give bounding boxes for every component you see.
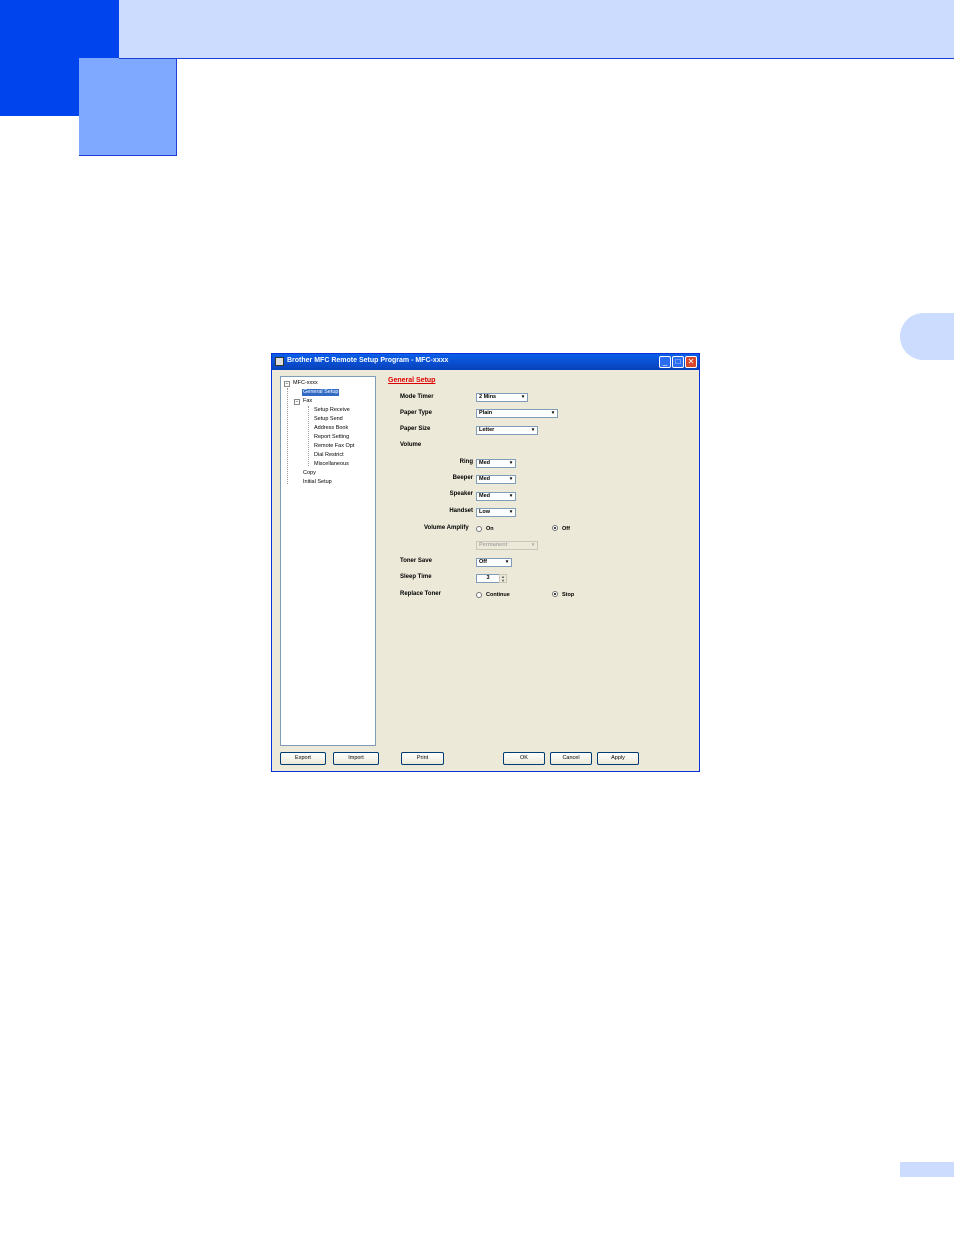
- toner-save-value: Off: [479, 559, 487, 565]
- tree-item-setup-receive[interactable]: Setup Receive: [314, 407, 350, 414]
- dropdown-arrow-icon: ▾: [507, 493, 515, 500]
- tree-item-initial-setup[interactable]: Initial Setup: [303, 479, 332, 486]
- handset-label: Handset: [449, 508, 473, 514]
- replace-continue-radio[interactable]: [476, 592, 482, 598]
- amplify-off-radio[interactable]: [552, 525, 558, 531]
- beeper-label: Beeper: [452, 475, 473, 481]
- dropdown-arrow-icon: ▾: [549, 410, 557, 417]
- replace-stop-radio[interactable]: [552, 591, 558, 597]
- replace-continue-label: Continue: [486, 592, 510, 598]
- amplify-duration-value: Permanent: [479, 542, 508, 548]
- amplify-on-radio[interactable]: [476, 526, 482, 532]
- spin-down-icon[interactable]: ▼: [501, 578, 505, 583]
- handset-select[interactable]: Low ▾: [476, 508, 516, 517]
- import-button[interactable]: Import: [333, 752, 379, 765]
- export-button[interactable]: Export: [280, 752, 326, 765]
- chapter-side-tab: [900, 313, 954, 360]
- amplify-on-label: On: [486, 526, 494, 532]
- speaker-select[interactable]: Med ▾: [476, 492, 516, 501]
- ok-button[interactable]: OK: [503, 752, 545, 765]
- sleep-time-label: Sleep Time: [400, 574, 432, 580]
- sleep-time-spinner[interactable]: ▲ ▼: [499, 574, 507, 583]
- tree-item-address-book[interactable]: Address Book: [314, 425, 348, 432]
- maximize-button[interactable]: □: [672, 356, 684, 368]
- amplify-off-label: Off: [562, 526, 570, 532]
- chapter-inset-block: [79, 58, 177, 156]
- tree-item-fax[interactable]: Fax: [303, 398, 312, 405]
- collapse-icon[interactable]: −: [284, 381, 290, 387]
- paper-size-select[interactable]: Letter ▾: [476, 426, 538, 435]
- dropdown-arrow-icon: ▾: [507, 476, 515, 483]
- speaker-label: Speaker: [449, 491, 473, 497]
- remote-setup-window: Brother MFC Remote Setup Program - MFC-x…: [271, 353, 700, 772]
- replace-stop-label: Stop: [562, 592, 575, 598]
- sleep-time-input[interactable]: 3: [476, 574, 500, 583]
- ring-label: Ring: [459, 459, 473, 465]
- dropdown-arrow-icon: ▾: [503, 559, 511, 566]
- tree-item-root[interactable]: MFC-xxxx: [293, 380, 318, 387]
- tree-item-general-setup[interactable]: General Setup: [302, 389, 340, 396]
- toner-save-select[interactable]: Off ▾: [476, 558, 512, 567]
- tree-line: [287, 388, 288, 484]
- dropdown-arrow-icon: ▾: [519, 394, 527, 401]
- replace-toner-label: Replace Toner: [400, 591, 441, 597]
- tree-item-setup-send[interactable]: Setup Send: [314, 416, 343, 423]
- apply-button[interactable]: Apply: [597, 752, 639, 765]
- mode-timer-label: Mode Timer: [400, 394, 434, 400]
- tree-line: [308, 406, 309, 466]
- beeper-value: Med: [479, 476, 490, 482]
- mode-timer-value: 2 Mins: [479, 394, 497, 400]
- window-title: Brother MFC Remote Setup Program - MFC-x…: [287, 357, 449, 364]
- speaker-value: Med: [479, 493, 490, 499]
- settings-tree[interactable]: − MFC-xxxx General Setup − Fax Setup Rec…: [280, 376, 376, 746]
- title-bar[interactable]: Brother MFC Remote Setup Program - MFC-x…: [272, 354, 699, 370]
- paper-size-value: Letter: [479, 427, 495, 433]
- collapse-icon[interactable]: −: [294, 399, 300, 405]
- tree-item-dial-restrict[interactable]: Dial Restrict: [314, 452, 344, 459]
- paper-type-select[interactable]: Plain ▾: [476, 409, 558, 418]
- amplify-duration-select: Permanent ▾: [476, 541, 538, 550]
- volume-label: Volume: [400, 442, 422, 448]
- mode-timer-select[interactable]: 2 Mins ▾: [476, 393, 528, 402]
- header-rule: [119, 58, 954, 59]
- handset-value: Low: [479, 509, 490, 515]
- dropdown-arrow-icon: ▾: [529, 427, 537, 434]
- app-icon: [275, 357, 284, 366]
- minimize-button[interactable]: _: [659, 356, 671, 368]
- header-band: [0, 0, 954, 58]
- print-button[interactable]: Print: [401, 752, 444, 765]
- paper-size-label: Paper Size: [400, 426, 431, 432]
- paper-type-value: Plain: [479, 410, 493, 416]
- tree-item-report-setting[interactable]: Report Setting: [314, 434, 349, 441]
- ring-select[interactable]: Med ▾: [476, 459, 516, 468]
- dropdown-arrow-icon: ▾: [529, 542, 537, 549]
- tree-item-remote-fax-opt[interactable]: Remote Fax Opt: [314, 443, 354, 450]
- page-number-box: [900, 1162, 954, 1177]
- volume-amplify-label: Volume Amplify: [424, 525, 469, 531]
- close-button[interactable]: ✕: [685, 356, 697, 368]
- dropdown-arrow-icon: ▾: [507, 460, 515, 467]
- section-title: General Setup: [388, 377, 436, 384]
- toner-save-label: Toner Save: [400, 558, 432, 564]
- paper-type-label: Paper Type: [400, 410, 432, 416]
- cancel-button[interactable]: Cancel: [550, 752, 592, 765]
- dropdown-arrow-icon: ▾: [507, 509, 515, 516]
- beeper-select[interactable]: Med ▾: [476, 475, 516, 484]
- tree-item-copy[interactable]: Copy: [303, 470, 316, 477]
- ring-value: Med: [479, 460, 490, 466]
- tree-item-miscellaneous[interactable]: Miscellaneous: [314, 461, 349, 468]
